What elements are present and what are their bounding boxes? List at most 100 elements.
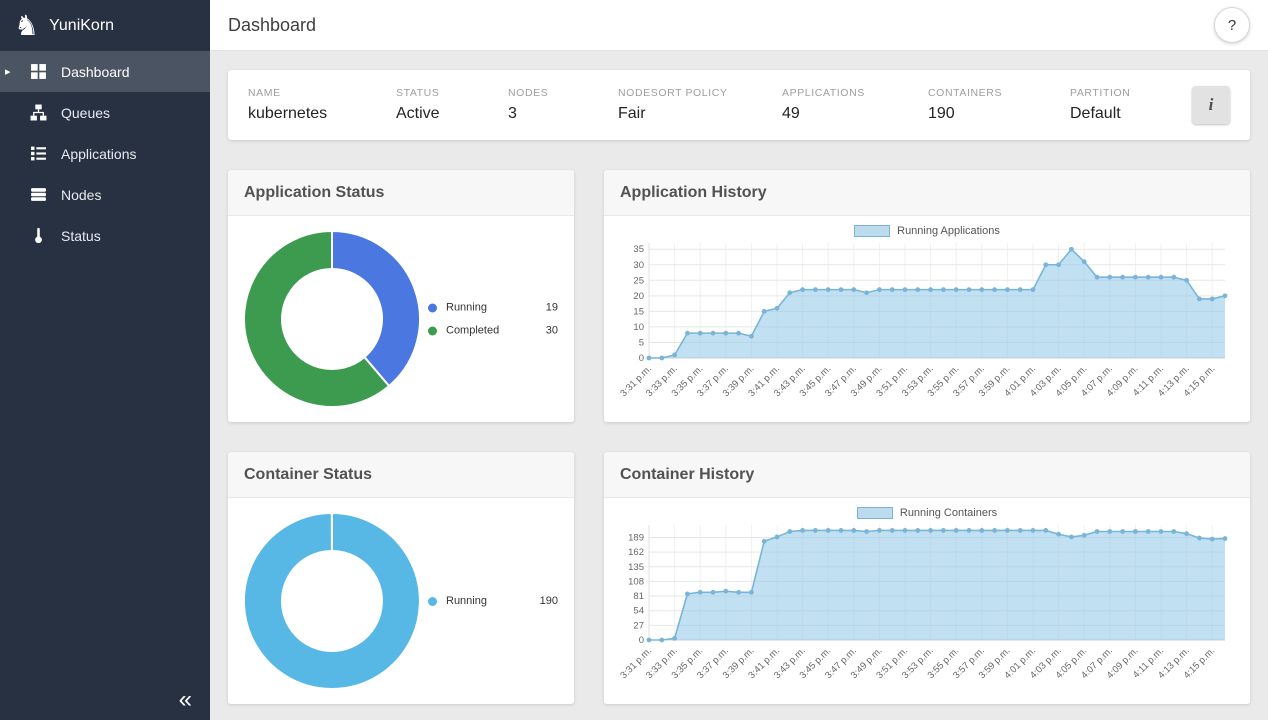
- card-header: Container Status: [228, 452, 574, 498]
- legend-swatch-icon: [428, 326, 437, 335]
- donut-legend: Running 190: [428, 595, 558, 607]
- container-history-chart-area: Running Containers 3:31 p.m.3:33 p.m.3:3…: [604, 498, 1250, 704]
- card-header: Application Status: [228, 170, 574, 216]
- cards-grid: Application Status Running 19: [228, 170, 1250, 704]
- card-header: Container History: [604, 452, 1250, 498]
- sidebar-item-label: Nodes: [61, 187, 101, 203]
- dashboard-icon: [30, 63, 47, 80]
- legend-value: 190: [540, 595, 558, 607]
- legend-item-running[interactable]: Running 19: [428, 302, 558, 314]
- svg-text:81: 81: [633, 591, 644, 602]
- sidebar-item-label: Queues: [61, 105, 110, 121]
- svg-text:27: 27: [633, 620, 644, 631]
- chart-legend[interactable]: Running Containers: [857, 507, 997, 519]
- info-button[interactable]: i: [1192, 86, 1230, 124]
- info-field-label: CONTAINERS: [928, 87, 1070, 99]
- svg-text:30: 30: [633, 260, 644, 271]
- legend-label: Running Containers: [900, 507, 997, 519]
- card-title: Application Status: [244, 184, 384, 202]
- legend-value: 19: [546, 302, 558, 314]
- application-history-chart[interactable]: 3:31 p.m.3:33 p.m.3:35 p.m.3:37 p.m.3:39…: [615, 238, 1239, 414]
- info-field-status: STATUS Active: [396, 87, 508, 123]
- unicorn-logo-icon: ♞: [14, 12, 39, 40]
- sidebar-item-dashboard[interactable]: ▸ Dashboard: [0, 51, 210, 92]
- svg-text:5: 5: [639, 337, 644, 348]
- info-field-label: PARTITION: [1070, 87, 1192, 99]
- info-field-value: 49: [782, 105, 928, 123]
- container-status-card: Container Status Running 190: [228, 452, 574, 704]
- info-field-containers: CONTAINERS 190: [928, 87, 1070, 123]
- svg-text:162: 162: [628, 547, 644, 558]
- application-status-donut-chart[interactable]: [237, 224, 427, 414]
- info-field-label: NAME: [248, 87, 396, 99]
- info-field-label: APPLICATIONS: [782, 87, 928, 99]
- card-title: Container History: [620, 466, 754, 484]
- queues-icon: [30, 104, 47, 121]
- sidebar-item-applications[interactable]: Applications: [0, 133, 210, 174]
- cluster-info-bar: NAME kubernetes STATUS Active NODES 3 NO…: [228, 70, 1250, 140]
- sidebar-nav: ▸ Dashboard Queues Applications: [0, 51, 210, 256]
- sidebar: ♞ YuniKorn ▸ Dashboard Queues: [0, 0, 210, 720]
- svg-text:0: 0: [639, 353, 644, 364]
- info-field-nodes: NODES 3: [508, 87, 618, 123]
- info-field-applications: APPLICATIONS 49: [782, 87, 928, 123]
- donut-legend: Running 19 Completed 30: [428, 302, 558, 337]
- info-field-nodesort-policy: NODESORT POLICY Fair: [618, 87, 782, 123]
- page-title: Dashboard: [228, 15, 316, 36]
- application-history-card: Application History Running Applications…: [604, 170, 1250, 422]
- topbar: Dashboard ?: [210, 0, 1268, 51]
- sidebar-item-nodes[interactable]: Nodes: [0, 174, 210, 215]
- svg-text:54: 54: [633, 606, 644, 617]
- container-status-donut-chart[interactable]: [237, 506, 427, 696]
- card-header: Application History: [604, 170, 1250, 216]
- help-button[interactable]: ?: [1214, 7, 1250, 43]
- container-history-card: Container History Running Containers 3:3…: [604, 452, 1250, 704]
- chart-legend[interactable]: Running Applications: [854, 225, 1000, 237]
- info-field-label: NODESORT POLICY: [618, 87, 782, 99]
- info-field-value: 190: [928, 105, 1070, 123]
- svg-text:25: 25: [633, 275, 644, 286]
- legend-swatch-icon: [854, 225, 890, 237]
- legend-label: Running: [446, 595, 540, 607]
- svg-text:135: 135: [628, 562, 644, 573]
- legend-item-running[interactable]: Running 190: [428, 595, 558, 607]
- container-history-chart[interactable]: 3:31 p.m.3:33 p.m.3:35 p.m.3:37 p.m.3:39…: [615, 520, 1239, 696]
- application-status-chart-area: Running 19 Completed 30: [228, 216, 574, 422]
- application-status-card: Application Status Running 19: [228, 170, 574, 422]
- status-icon: [30, 227, 47, 244]
- svg-text:15: 15: [633, 306, 644, 317]
- info-field-partition: PARTITION Default: [1070, 87, 1192, 123]
- brand-name: YuniKorn: [49, 17, 114, 35]
- legend-item-completed[interactable]: Completed 30: [428, 325, 558, 337]
- info-field-value: 3: [508, 105, 618, 123]
- sidebar-item-label: Applications: [61, 146, 137, 162]
- main-area: Dashboard ? NAME kubernetes STATUS Activ…: [210, 0, 1268, 720]
- svg-text:108: 108: [628, 576, 644, 587]
- card-title: Container Status: [244, 466, 372, 484]
- sidebar-item-status[interactable]: Status: [0, 215, 210, 256]
- brand: ♞ YuniKorn: [0, 0, 210, 51]
- legend-label: Running: [446, 302, 546, 314]
- applications-icon: [30, 145, 47, 162]
- legend-value: 30: [546, 325, 558, 337]
- info-field-value: Active: [396, 105, 508, 123]
- nodes-icon: [30, 186, 47, 203]
- sidebar-collapse-button[interactable]: «: [173, 686, 198, 714]
- container-status-chart-area: Running 190: [228, 498, 574, 704]
- svg-text:189: 189: [628, 532, 644, 543]
- active-item-arrow-icon: ▸: [5, 65, 11, 78]
- legend-label: Running Applications: [897, 225, 1000, 237]
- sidebar-item-label: Status: [61, 228, 101, 244]
- info-field-label: NODES: [508, 87, 618, 99]
- svg-text:10: 10: [633, 322, 644, 333]
- info-field-name: NAME kubernetes: [248, 87, 396, 123]
- svg-text:0: 0: [639, 635, 644, 646]
- yunikorn-app: ♞ YuniKorn ▸ Dashboard Queues: [0, 0, 1268, 720]
- application-history-chart-area: Running Applications 3:31 p.m.3:33 p.m.3…: [604, 216, 1250, 422]
- sidebar-item-label: Dashboard: [61, 64, 130, 80]
- sidebar-item-queues[interactable]: Queues: [0, 92, 210, 133]
- legend-swatch-icon: [857, 507, 893, 519]
- dashboard-content: NAME kubernetes STATUS Active NODES 3 NO…: [210, 51, 1268, 720]
- info-field-value: kubernetes: [248, 105, 396, 123]
- info-field-value: Fair: [618, 105, 782, 123]
